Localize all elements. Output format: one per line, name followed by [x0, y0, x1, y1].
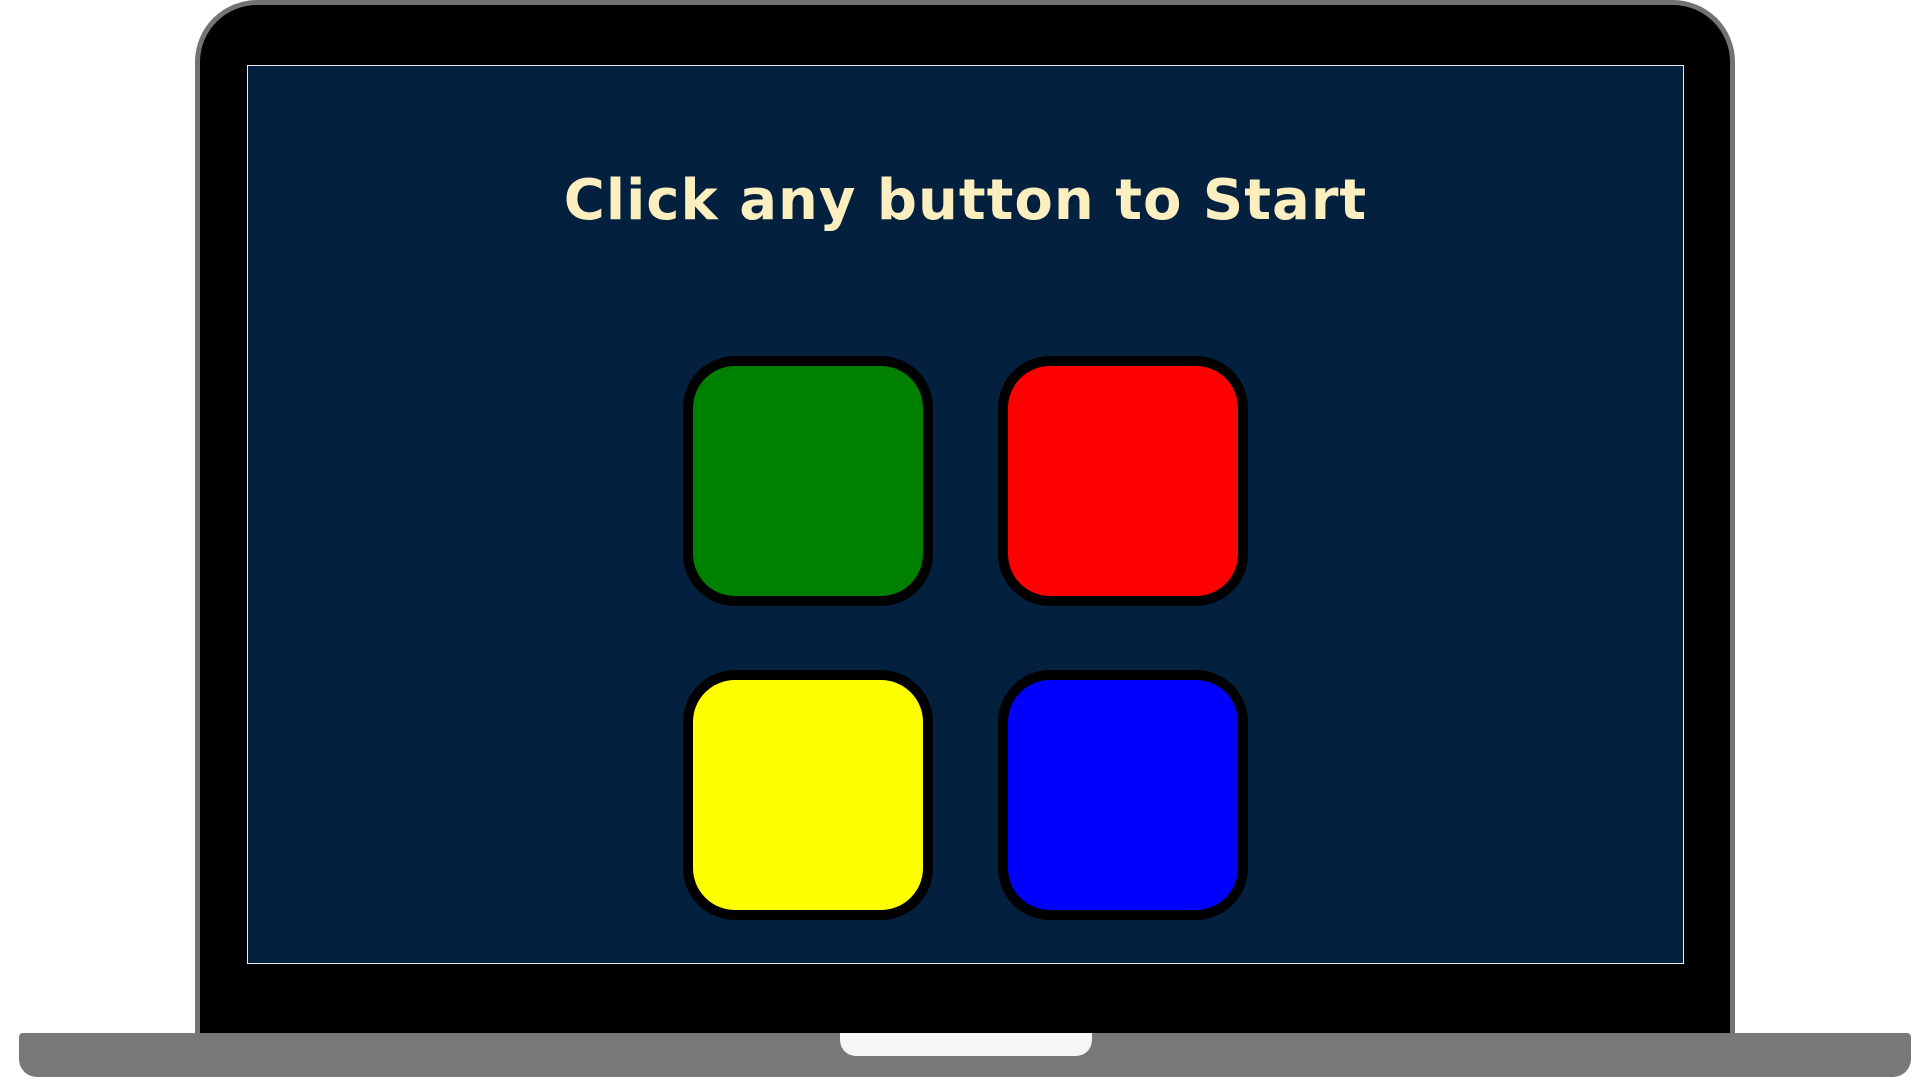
green-button[interactable] — [683, 356, 933, 606]
yellow-button[interactable] — [683, 670, 933, 920]
blue-button[interactable] — [998, 670, 1248, 920]
start-message: Click any button to Start — [563, 168, 1368, 233]
red-button[interactable] — [998, 356, 1248, 606]
game-screen: Click any button to Start — [247, 65, 1684, 964]
laptop-notch — [840, 1033, 1092, 1056]
